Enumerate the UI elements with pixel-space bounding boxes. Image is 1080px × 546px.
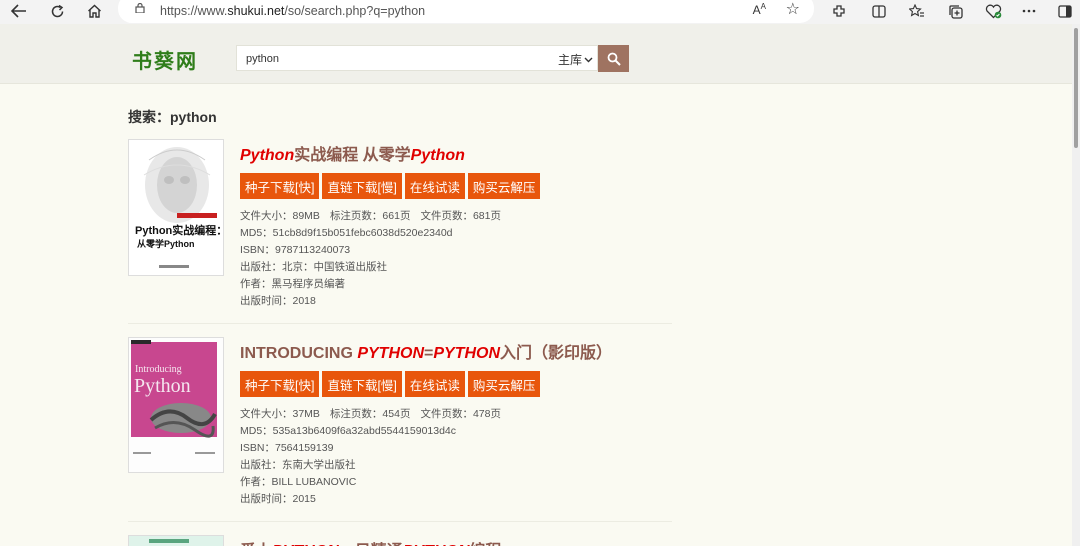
isbn: ISBN：7564159139 xyxy=(240,442,334,454)
book-result: 爱上PYTHON一日精通PYTHON编程 xyxy=(128,535,672,546)
book-meta: 文件大小：37MB 标注页数：454页 文件页数：478页 MD5：535a13b6… xyxy=(240,406,501,508)
search-scope-select[interactable]: 主库 xyxy=(558,51,593,68)
cloud-unzip-button[interactable]: 购买云解压 xyxy=(467,371,541,397)
book-title[interactable]: Python实战编程 从零学Python xyxy=(240,141,465,165)
file-size: 文件大小：37MB xyxy=(240,408,320,420)
page-scrollbar[interactable] xyxy=(1072,24,1080,546)
search-button[interactable] xyxy=(598,45,629,72)
browser-toolbar: https://www.shukui.net/so/search.php?q=p… xyxy=(0,0,1080,24)
home-icon[interactable] xyxy=(81,0,107,22)
md5: MD5：535a13b6409f6a32abd5544159013d4c xyxy=(240,425,457,437)
site-logo[interactable]: 书葵网 xyxy=(132,45,198,74)
book-title[interactable]: 爱上PYTHON一日精通PYTHON编程 xyxy=(240,537,501,546)
file-size: 文件大小：89MB xyxy=(240,210,320,222)
publish-year: 出版时间：2015 xyxy=(240,493,316,505)
search-icon xyxy=(607,52,621,66)
publisher: 出版社：东南大学出版社 xyxy=(240,459,356,471)
scrollbar-thumb[interactable] xyxy=(1074,28,1078,148)
cover-title-text: Introducing xyxy=(135,364,182,375)
page-count: 标注页数：661页 xyxy=(329,210,411,222)
title-keyword-highlight: PYTHON xyxy=(433,345,501,362)
read-aloud-icon[interactable]: AA xyxy=(753,2,766,17)
author: 作者：黑马程序员编著 xyxy=(240,278,345,290)
file-page-count: 文件页数：478页 xyxy=(420,408,501,420)
site-header: 书葵网 python 主库 xyxy=(0,24,1080,84)
torrent-download-button[interactable]: 种子下载[快] xyxy=(240,173,320,199)
refresh-icon[interactable] xyxy=(44,0,70,22)
sidebar-toggle-icon[interactable] xyxy=(1054,2,1076,20)
extensions-icon[interactable] xyxy=(828,2,850,20)
book-cover[interactable]: Python实战编程： 从零学Python xyxy=(128,139,224,276)
title-text-segment: 入门（影印版） xyxy=(500,345,613,362)
file-info-line: 文件大小：89MB 标注页数：661页 文件页数：681页 xyxy=(240,208,501,225)
result-divider xyxy=(128,521,672,522)
favorite-star-icon[interactable]: ☆ xyxy=(786,0,800,19)
more-menu-icon[interactable] xyxy=(1018,2,1040,20)
book-result: Python实战编程： 从零学Python Python实战编程 从零学Pyth… xyxy=(128,139,672,319)
split-screen-icon[interactable] xyxy=(868,2,890,20)
search-input[interactable]: python 主库 xyxy=(236,45,598,71)
book-title[interactable]: INTRODUCING PYTHON=PYTHON入门（影印版） xyxy=(240,339,612,363)
lock-icon xyxy=(135,3,145,13)
address-bar[interactable]: https://www.shukui.net/so/search.php?q=p… xyxy=(118,0,814,23)
cloud-unzip-button[interactable]: 购买云解压 xyxy=(467,173,541,199)
author: 作者：BILL LUBANOVIC xyxy=(240,476,357,488)
online-read-button[interactable]: 在线试读 xyxy=(404,173,465,199)
search-heading: 搜索：python xyxy=(128,109,217,125)
chevron-down-icon xyxy=(584,57,593,62)
collections-icon[interactable] xyxy=(944,2,966,20)
title-keyword-highlight: PYTHON xyxy=(357,345,424,362)
file-page-count: 文件页数：681页 xyxy=(420,210,501,222)
direct-download-button[interactable]: 直链下载[慢] xyxy=(322,371,402,397)
book-cover[interactable]: Introducing Python xyxy=(128,337,224,473)
cover-subtitle-text: Python xyxy=(134,375,191,397)
title-text-segment: = xyxy=(424,345,434,362)
title-keyword-highlight: Python xyxy=(410,147,465,164)
book-result: Introducing Python INTRODUCING PYTHON=PY… xyxy=(128,337,672,517)
back-icon[interactable] xyxy=(6,0,32,22)
isbn: ISBN：9787113240073 xyxy=(240,244,351,256)
title-text-segment: 实战编程 从零学 xyxy=(294,147,411,164)
action-buttons: 种子下载[快] 直链下载[慢] 在线试读 购买云解压 xyxy=(240,173,541,199)
favorites-icon[interactable] xyxy=(906,2,928,20)
search-query-text: python xyxy=(246,53,280,65)
action-buttons: 种子下载[快] 直链下载[慢] 在线试读 购买云解压 xyxy=(240,371,541,397)
file-info-line: 文件大小：37MB 标注页数：454页 文件页数：478页 xyxy=(240,406,501,423)
publish-year: 出版时间：2018 xyxy=(240,295,316,307)
title-keyword-highlight: Python xyxy=(240,147,295,164)
publisher: 出版社：北京：中国铁道出版社 xyxy=(240,261,387,273)
book-meta: 文件大小：89MB 标注页数：661页 文件页数：681页 MD5：51cb8d9f… xyxy=(240,208,501,310)
book-cover[interactable] xyxy=(128,535,224,546)
search-scope-value: 主库 xyxy=(557,53,582,67)
result-divider xyxy=(128,323,672,324)
cover-title-text: Python实战编程： xyxy=(135,223,224,237)
torrent-download-button[interactable]: 种子下载[快] xyxy=(240,371,320,397)
page-count: 标注页数：454页 xyxy=(329,408,411,420)
online-read-button[interactable]: 在线试读 xyxy=(404,371,465,397)
url-text: https://www.shukui.net/so/search.php?q=p… xyxy=(160,4,426,18)
title-text-segment: INTRODUCING xyxy=(240,345,358,362)
cover-subtitle-text: 从零学Python xyxy=(137,238,195,249)
md5: MD5：51cb8d9f15b051febc6038d520e2340d xyxy=(240,227,453,239)
direct-download-button[interactable]: 直链下载[慢] xyxy=(322,173,402,199)
browser-essentials-icon[interactable] xyxy=(982,2,1004,20)
